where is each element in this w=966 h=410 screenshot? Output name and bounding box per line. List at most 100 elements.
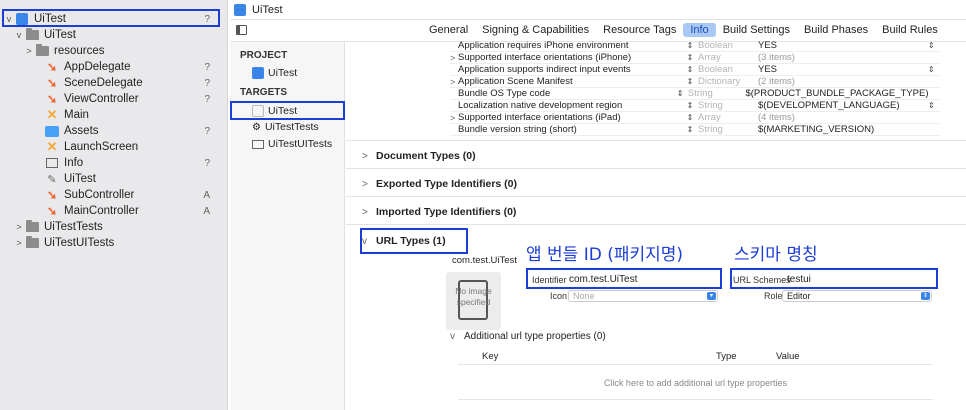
stepper-icon[interactable]: ⇕ (673, 89, 688, 98)
tab-build-rules[interactable]: Build Rules (875, 23, 945, 37)
navigator-item[interactable]: ➘ SubController A (0, 187, 226, 203)
chevron-down-icon[interactable]: v (14, 30, 24, 40)
entitlements-icon: ✎ (47, 173, 57, 186)
info-value[interactable]: YES (758, 40, 928, 51)
project-item[interactable]: UiTest (230, 65, 343, 81)
target-item-uitestuitests[interactable]: UiTestUITests (230, 136, 343, 152)
info-key: Bundle version string (short) (458, 124, 577, 135)
type-column-header: Type (716, 351, 737, 362)
folder-icon (24, 28, 40, 41)
tab-resource-tags[interactable]: Resource Tags (596, 23, 683, 37)
info-row[interactable]: > Application Scene Manifest ⇕ Dictionary (2… (450, 76, 940, 88)
settings-tab-bar: General Signing & Capabilities Resource Ta… (230, 20, 966, 42)
navigator-item[interactable]: v UiTest (0, 27, 226, 43)
stepper-icon[interactable]: ⇕ (928, 101, 940, 110)
chevron-right-icon[interactable]: > (450, 113, 458, 123)
chevron-right-icon[interactable]: > (14, 238, 24, 248)
target-selection-highlight-box (230, 101, 345, 120)
info-row[interactable]: Application supports indirect input even… (450, 64, 940, 76)
key-column-header: Key (482, 351, 499, 362)
info-row[interactable]: Bundle OS Type code ⇕ String $(PRODUCT_BUND… (450, 88, 940, 100)
navigator-item[interactable]: ➘ AppDelegate? (0, 59, 226, 75)
tabs: General Signing & Capabilities Resource Ta… (422, 23, 945, 37)
imported-types-section[interactable]: > Imported Type Identifiers (0) (362, 206, 516, 218)
info-type: Array (698, 112, 721, 123)
info-row[interactable]: Bundle version string (short) ⇕ String $(MA… (450, 124, 940, 136)
icon-select[interactable]: None ▾ (568, 290, 718, 302)
info-row[interactable]: > Supported interface orientations (iPad)… (450, 112, 940, 124)
navigator-item-label: ViewController (64, 93, 139, 105)
project-navigator: v UiTest? v UiTest > resources ➘ AppDelegate? ➘ S… (0, 0, 228, 410)
navigator-item[interactable]: ➘ MainController A (0, 203, 226, 219)
navigator-item[interactable]: ➘ SceneDelegate? (0, 75, 226, 91)
info-key: Localization native development region (458, 100, 623, 111)
info-row[interactable]: Localization native development region ⇕ S… (450, 100, 940, 112)
chevron-right-icon[interactable]: > (24, 46, 34, 56)
navigator-item[interactable]: ✎ UiTest (0, 171, 226, 187)
url-schemes-field[interactable]: testui (787, 274, 811, 285)
project-icon (252, 67, 264, 79)
project-heading: PROJECT (240, 50, 288, 61)
tab-info[interactable]: Info (683, 23, 716, 37)
role-select[interactable]: Editor ⇕ (782, 290, 932, 302)
sidebar-toggle-icon[interactable] (236, 25, 247, 35)
chevron-right-icon: > (362, 150, 368, 162)
navigator-item[interactable]: > UiTestTests (0, 219, 226, 235)
additional-properties-toggle[interactable]: v Additional url type properties (0) (450, 331, 606, 342)
info-key: Application supports indirect input even… (458, 64, 631, 75)
navigator-item[interactable]: Assets? (0, 123, 226, 139)
identifier-field[interactable]: com.test.UiTest (569, 274, 637, 285)
stepper-icon[interactable]: ⇕ (682, 101, 698, 110)
target-item-uitesttests[interactable]: ⚙ UiTestTests (230, 119, 343, 135)
url-type-image-well[interactable]: No image specified (446, 272, 501, 330)
info-key: > Application Scene Manifest (450, 76, 573, 87)
stepper-icon[interactable]: ⇕ (682, 77, 698, 86)
info-value[interactable]: $(MARKETING_VERSION) (758, 124, 928, 135)
stepper-icon[interactable]: ⇕ (682, 65, 698, 74)
navigator-item[interactable]: > resources (0, 43, 226, 59)
navigator-item[interactable]: Info? (0, 155, 226, 171)
bundle-id-annotation: 앱 번들 ID (패키지명) (526, 245, 684, 265)
tab-signing-capabilities[interactable]: Signing & Capabilities (475, 23, 596, 37)
info-value[interactable]: (4 items) (758, 112, 928, 123)
info-value[interactable]: (3 items) (758, 52, 928, 63)
exported-types-section[interactable]: > Exported Type Identifiers (0) (362, 178, 517, 190)
info-type: String (687, 88, 713, 99)
tab-general[interactable]: General (422, 23, 475, 37)
chevron-right-icon[interactable]: > (450, 77, 458, 87)
no-image-text: No image specified (455, 286, 492, 307)
stepper-icon[interactable]: ⇕ (682, 113, 698, 122)
navigator-item[interactable]: ✕ Main (0, 107, 226, 123)
chevron-right-icon[interactable]: > (14, 222, 24, 232)
document-types-section[interactable]: > Document Types (0) (362, 150, 476, 162)
navigator-item[interactable]: > UiTestUITests (0, 235, 226, 251)
source-control-status: ? (204, 77, 210, 89)
info-value[interactable]: (2 items) (758, 76, 928, 87)
navigator-item[interactable]: ✕ LaunchScreen (0, 139, 226, 155)
stepper-icon[interactable]: ⇕ (682, 41, 698, 50)
folder-icon (34, 44, 50, 57)
tab-build-settings[interactable]: Build Settings (716, 23, 797, 37)
info-value[interactable]: $(DEVELOPMENT_LANGUAGE) (758, 100, 928, 111)
source-control-status: A (203, 205, 210, 217)
info-key: > Supported interface orientations (iPhon… (450, 52, 632, 63)
navigator-item[interactable]: ➘ ViewController? (0, 91, 226, 107)
info-value[interactable]: $(PRODUCT_BUNDLE_PACKAGE_TYPE) (745, 88, 928, 99)
info-key: Bundle OS Type code (458, 88, 551, 99)
navigator-item-label: UiTest (44, 29, 76, 41)
chevron-down-icon: v (450, 331, 455, 342)
stepper-icon[interactable]: ⇕ (928, 41, 940, 50)
asset-catalog-icon (44, 125, 60, 137)
info-row[interactable]: > Supported interface orientations (iPhon… (450, 52, 940, 64)
navigator-item-label: LaunchScreen (64, 141, 139, 153)
stepper-icon[interactable]: ⇕ (928, 65, 940, 74)
chevron-right-icon[interactable]: > (450, 53, 458, 63)
navigator-item-label: UiTestTests (44, 221, 103, 233)
info-row[interactable]: Application requires iPhone environment ⇕… (450, 40, 940, 52)
stepper-icon[interactable]: ⇕ (682, 125, 698, 134)
stepper-icon[interactable]: ⇕ (682, 53, 698, 62)
tab-build-phases[interactable]: Build Phases (797, 23, 875, 37)
navigator-item-label: Main (64, 109, 89, 121)
add-property-hint[interactable]: Click here to add additional url type pr… (458, 378, 933, 388)
info-value[interactable]: YES (758, 64, 928, 75)
